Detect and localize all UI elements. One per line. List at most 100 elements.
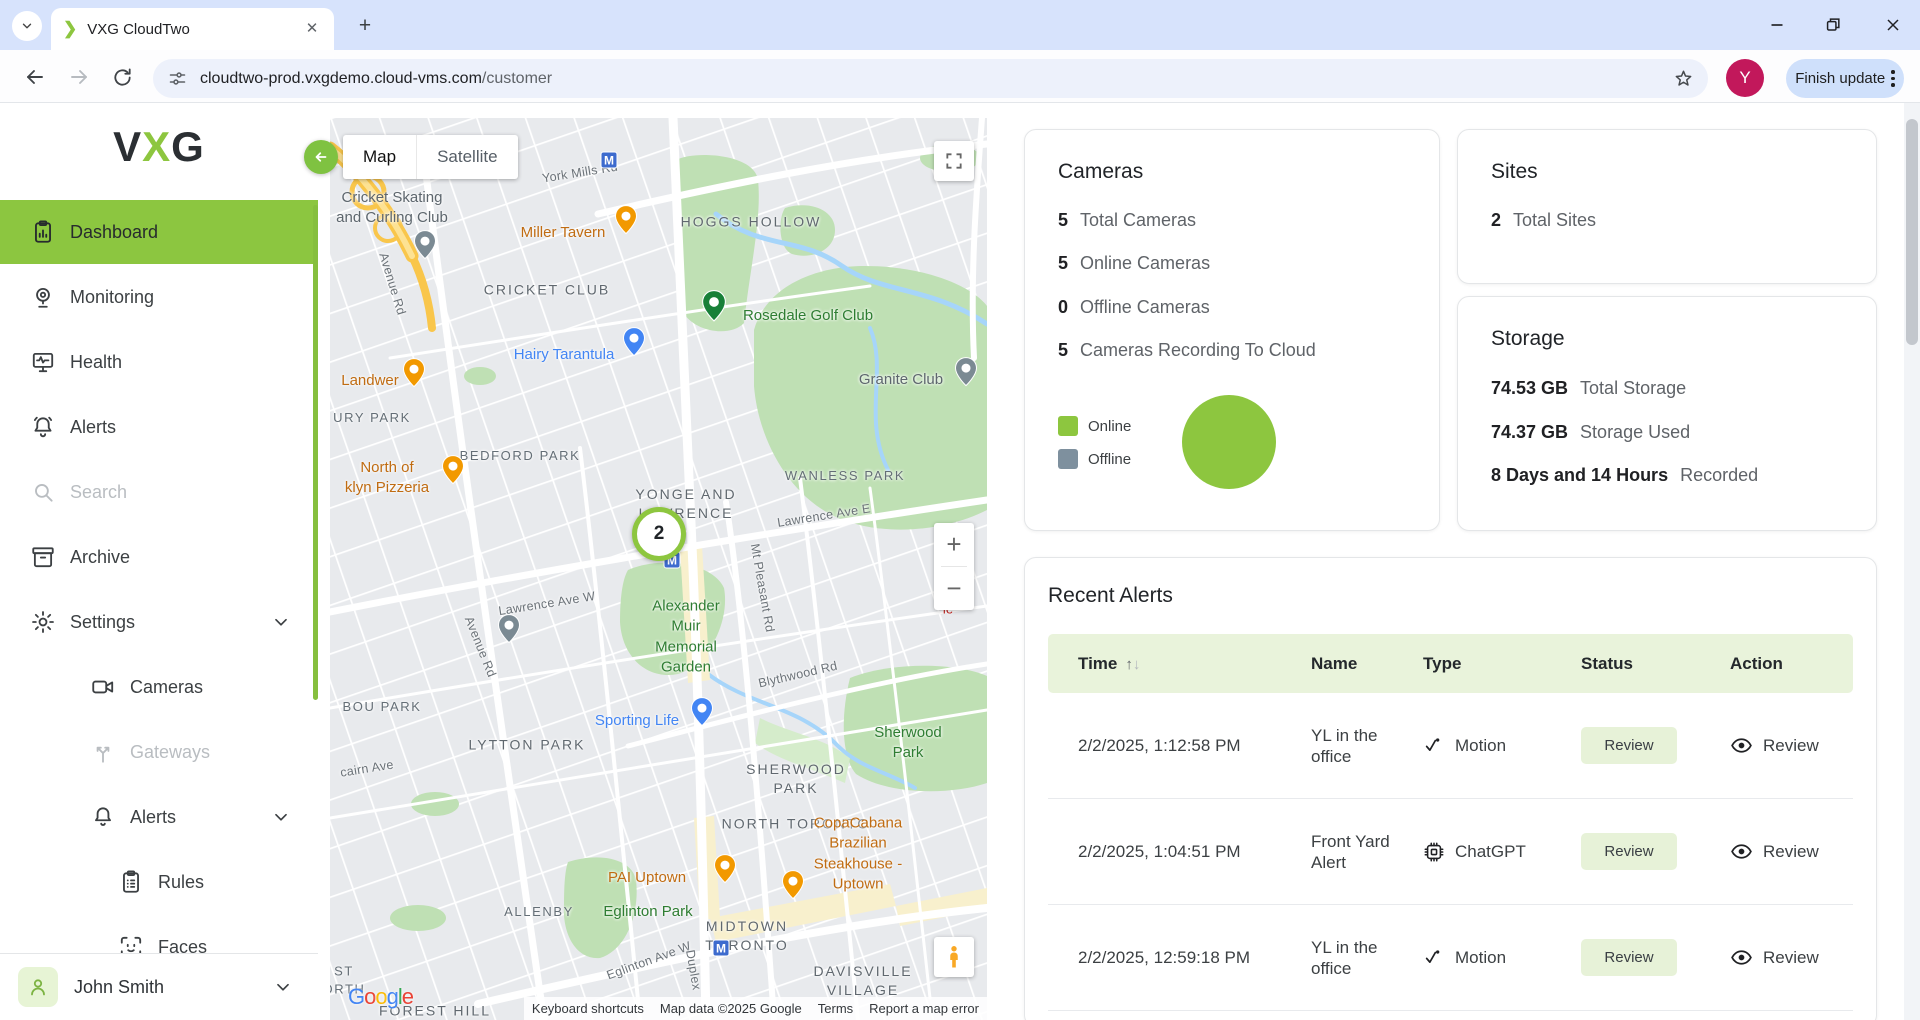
forward-button[interactable] xyxy=(60,58,98,96)
bell-icon xyxy=(90,804,116,830)
pegman-icon xyxy=(945,944,963,970)
sidebar-item-label: Settings xyxy=(70,612,135,633)
sidebar-item-cameras[interactable]: Cameras xyxy=(0,655,318,719)
alert-time: 2/2/2025, 1:12:58 PM xyxy=(1048,736,1311,756)
profile-avatar[interactable]: Y xyxy=(1726,59,1764,97)
sidebar-item-archive[interactable]: Archive xyxy=(0,525,318,589)
url-bar[interactable]: cloudtwo-prod.vxgdemo.cloud-vms.com/cust… xyxy=(153,59,1708,98)
column-header-action[interactable]: Action xyxy=(1730,654,1853,674)
sidebar-item-search[interactable]: Search xyxy=(0,460,318,524)
archive-box-icon xyxy=(30,544,56,570)
report-map-error-link[interactable]: Report a map error xyxy=(861,997,987,1020)
video-camera-icon xyxy=(90,674,116,700)
url-domain: cloudtwo-prod.vxgdemo.cloud-vms.com xyxy=(200,70,482,87)
bookmark-star-icon[interactable] xyxy=(1673,68,1694,89)
poi-pin-generic[interactable] xyxy=(497,614,521,644)
sidebar-item-gateways[interactable]: Gateways xyxy=(0,720,318,784)
search-icon xyxy=(30,479,56,505)
poi-pin-restaurant[interactable] xyxy=(614,205,638,235)
poi-pin-restaurant[interactable] xyxy=(402,358,426,388)
column-header-time[interactable]: Time↑↓ xyxy=(1048,654,1311,674)
sidebar-item-monitoring[interactable]: Monitoring xyxy=(0,265,318,329)
google-logo[interactable]: Google xyxy=(348,984,413,1010)
sidebar-item-label: Archive xyxy=(70,547,130,568)
poi-pin-restaurant[interactable] xyxy=(713,854,737,884)
reload-button[interactable] xyxy=(103,58,141,96)
map-label: Hairy Tarantula xyxy=(514,345,615,365)
map-zoom-control: + − xyxy=(934,523,974,610)
tab-search-button[interactable] xyxy=(12,11,42,41)
zoom-out-button[interactable]: − xyxy=(934,567,974,610)
finish-update-button[interactable]: Finish update xyxy=(1786,59,1904,98)
alert-type: ChatGPT xyxy=(1423,841,1581,863)
map-label: URY PARK xyxy=(333,409,411,427)
poi-pin-shopping[interactable] xyxy=(622,327,646,357)
page-scrollbar[interactable] xyxy=(1904,103,1920,1020)
finish-update-label: Finish update xyxy=(1795,70,1885,87)
poi-pin-restaurant[interactable] xyxy=(781,870,805,900)
poi-pin-golf[interactable] xyxy=(701,289,727,322)
map-type-satellite-button[interactable]: Satellite xyxy=(416,135,517,179)
window-minimize-button[interactable] xyxy=(1757,8,1797,42)
alert-name: YL in the office xyxy=(1311,937,1406,979)
stat-total-cameras: 5Total Cameras xyxy=(1058,210,1196,231)
stat-online-cameras: 5Online Cameras xyxy=(1058,253,1210,274)
alert-review-action[interactable]: Review xyxy=(1730,946,1853,969)
map-label: BEDFORD PARK xyxy=(460,447,581,465)
column-header-type[interactable]: Type xyxy=(1423,654,1581,674)
sidebar-item-settings[interactable]: Settings xyxy=(0,590,318,654)
map-data-text: Map data ©2025 Google xyxy=(652,997,810,1020)
alert-review-action[interactable]: Review xyxy=(1730,840,1853,863)
vxg-logo: VXG xyxy=(0,123,318,171)
minimize-icon xyxy=(1766,14,1788,36)
user-menu[interactable]: John Smith xyxy=(0,953,318,1020)
sidebar-item-rules[interactable]: Rules xyxy=(0,850,318,914)
poi-pin-generic[interactable] xyxy=(413,230,437,260)
page-scrollbar-thumb[interactable] xyxy=(1906,119,1918,345)
poi-pin-generic[interactable] xyxy=(954,357,978,387)
column-header-status[interactable]: Status xyxy=(1581,654,1730,674)
alert-row[interactable]: 2/2/2025, 1:04:51 PM Front Yard Alert Ch… xyxy=(1048,799,1853,905)
stat-offline-cameras: 0Offline Cameras xyxy=(1058,297,1210,318)
new-tab-button[interactable]: + xyxy=(352,13,378,39)
alert-type: Motion xyxy=(1423,735,1581,757)
column-header-name[interactable]: Name xyxy=(1311,654,1423,674)
sidebar-item-faces[interactable]: Faces xyxy=(0,915,318,954)
map-label: HOGGS HOLLOW xyxy=(681,213,822,232)
pegman-button[interactable] xyxy=(934,937,974,977)
alert-row[interactable]: 2/2/2025, 12:59:18 PM YL in the office M… xyxy=(1048,905,1853,1011)
camera-cluster-marker[interactable]: 2 xyxy=(632,507,686,561)
map-label: North of klyn Pizzeria xyxy=(345,458,429,499)
map-fullscreen-button[interactable] xyxy=(934,141,974,181)
poi-pin-restaurant[interactable] xyxy=(441,455,465,485)
map-label: DAVISVILLE VILLAGE xyxy=(813,962,912,1000)
alert-review-action[interactable]: Review xyxy=(1730,734,1853,757)
terms-link[interactable]: Terms xyxy=(810,997,861,1020)
browser-tab[interactable]: ❯ VXG CloudTwo ✕ xyxy=(51,8,334,50)
alert-row[interactable]: 2/2/2025, 1:12:58 PM YL in the office Mo… xyxy=(1048,693,1853,799)
tab-close-icon[interactable]: ✕ xyxy=(302,19,322,39)
sidebar-collapse-button[interactable] xyxy=(304,140,338,174)
gear-icon xyxy=(30,609,56,635)
url-text[interactable]: cloudtwo-prod.vxgdemo.cloud-vms.com/cust… xyxy=(200,70,1661,88)
gateway-split-icon xyxy=(90,739,116,765)
sidebar-item-alerts-settings[interactable]: Alerts xyxy=(0,785,318,849)
browser-menu-icon[interactable] xyxy=(1891,70,1895,87)
zoom-in-button[interactable]: + xyxy=(934,523,974,566)
map-label: Landwer xyxy=(341,371,399,391)
sidebar-item-health[interactable]: Health xyxy=(0,330,318,394)
poi-pin-shopping[interactable] xyxy=(690,697,714,727)
dashboard-content: Cricket Skating and Curling Club Miller … xyxy=(318,103,1904,1020)
sidebar-item-alerts[interactable]: Alerts xyxy=(0,395,318,459)
window-close-button[interactable] xyxy=(1873,8,1913,42)
sidebar-item-dashboard[interactable]: Dashboard xyxy=(0,200,318,264)
forward-arrow-icon xyxy=(67,65,91,89)
map-canvas[interactable]: Cricket Skating and Curling Club Miller … xyxy=(330,118,987,1020)
map-label: ALLENBY xyxy=(504,903,574,921)
window-restore-button[interactable] xyxy=(1813,8,1853,42)
keyboard-shortcuts-link[interactable]: Keyboard shortcuts xyxy=(524,997,652,1020)
sort-icons[interactable]: ↑↓ xyxy=(1125,656,1140,673)
back-button[interactable] xyxy=(16,58,54,96)
alerts-table-header: Time↑↓ Name Type Status Action xyxy=(1048,634,1853,693)
map-type-map-button[interactable]: Map xyxy=(343,135,416,179)
